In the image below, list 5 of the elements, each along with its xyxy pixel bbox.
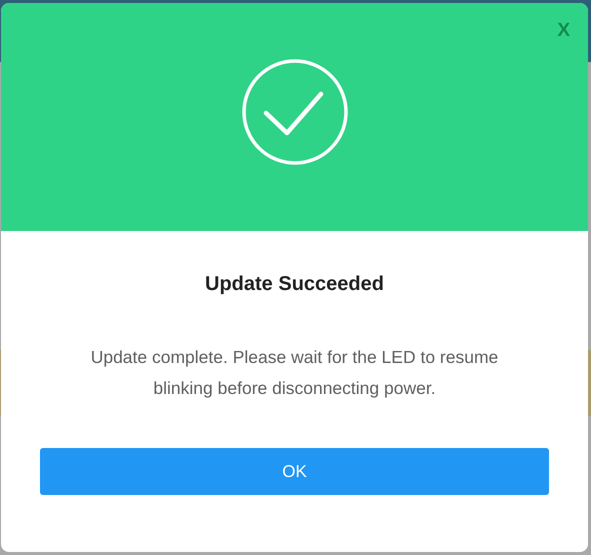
ok-button[interactable]: OK	[40, 448, 549, 495]
dialog-message: Update complete. Please wait for the LED to resume blinking before disconnecting power.	[90, 346, 500, 400]
dialog-title: Update Succeeded	[205, 272, 384, 297]
close-button[interactable]: X	[557, 20, 570, 42]
check-circle-icon	[240, 58, 348, 166]
